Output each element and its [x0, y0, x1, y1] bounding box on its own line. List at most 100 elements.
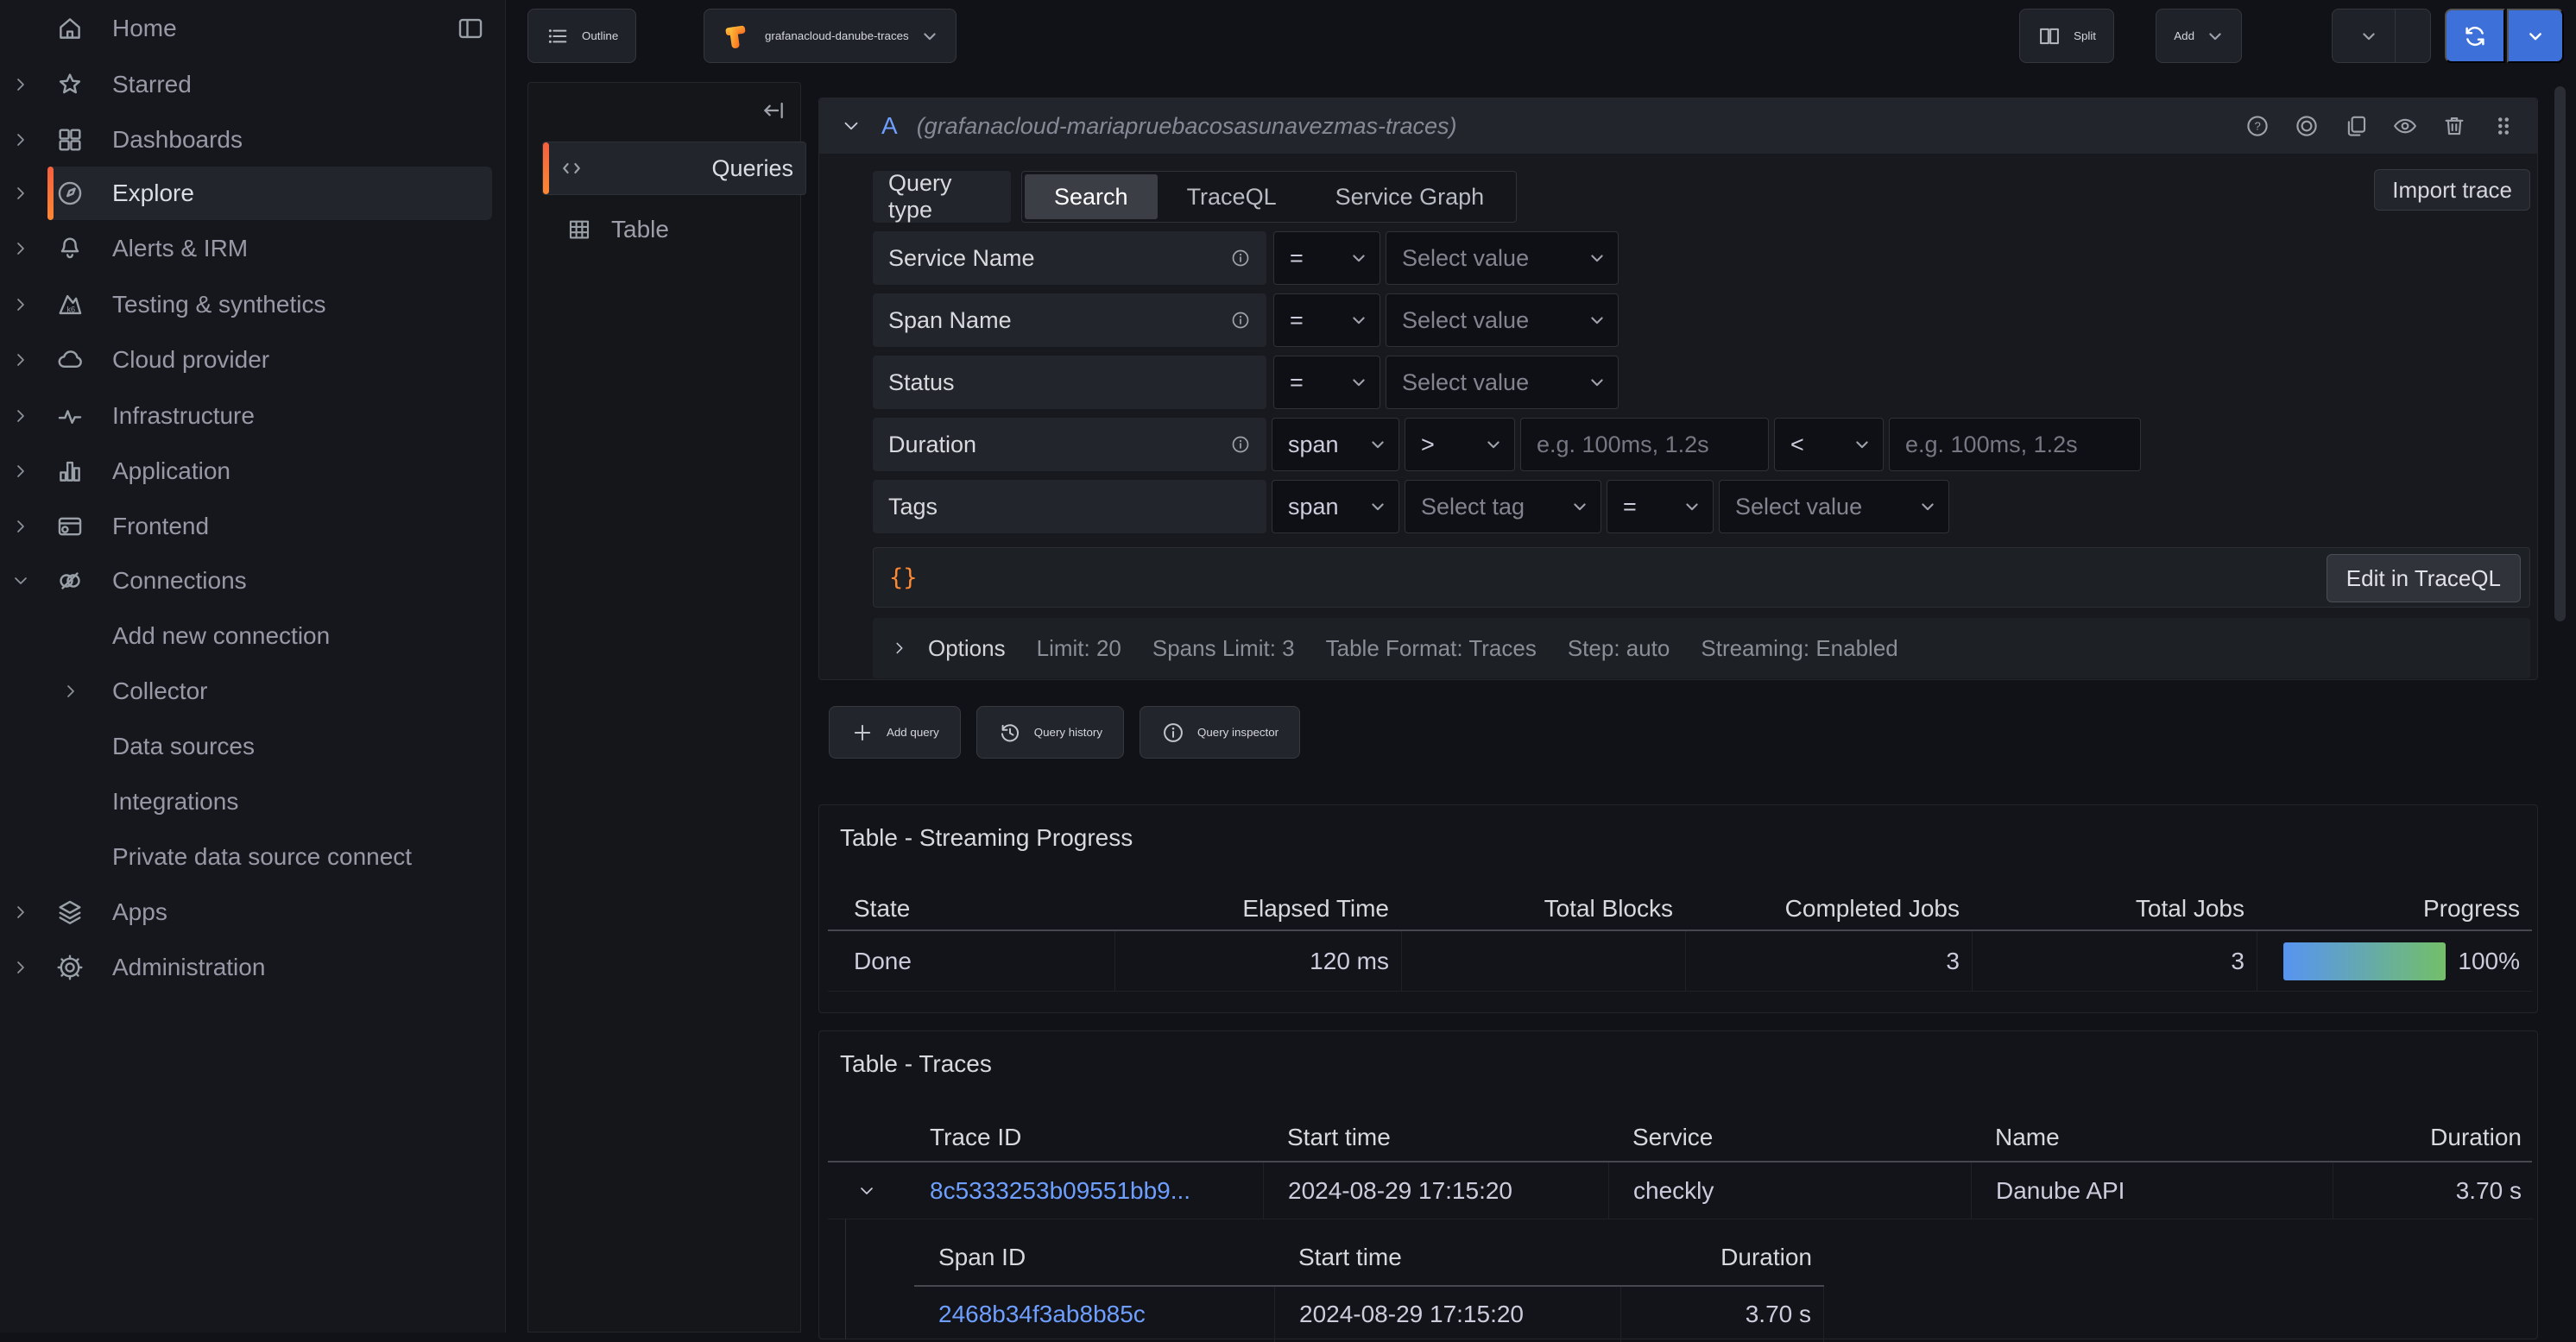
span-id-link[interactable]: 2468b34f3ab8b85c	[938, 1301, 1146, 1328]
column-header[interactable]: Duration	[1620, 1219, 1824, 1287]
column-header[interactable]: Elapsed Time	[1114, 888, 1401, 929]
sidebar-item-connections[interactable]: Connections	[0, 556, 506, 606]
span-name-value-select[interactable]: Select value	[1386, 293, 1619, 347]
service-name-operator-select[interactable]: =	[1273, 231, 1380, 285]
column-header[interactable]: Total Jobs	[1972, 888, 2257, 929]
sidebar-item-add-new-connection[interactable]: Add new connection	[0, 611, 506, 661]
chevron-right-icon[interactable]	[10, 129, 31, 150]
chevron-right-icon[interactable]	[10, 238, 31, 259]
tags-value-select[interactable]: Select value	[1719, 480, 1949, 533]
state-cell: Done	[828, 931, 1114, 992]
sidebar-item-testing-synthetics[interactable]: k6 Testing & synthetics	[0, 280, 506, 330]
scrollbar-thumb[interactable]	[2554, 86, 2566, 621]
collapse-outline-icon[interactable]	[761, 97, 788, 124]
import-trace-button[interactable]: Import trace	[2374, 169, 2530, 211]
column-header[interactable]: Start time	[1263, 1114, 1608, 1161]
chevron-right-icon[interactable]	[10, 957, 31, 978]
column-header[interactable]: Name	[1971, 1114, 2333, 1161]
status-operator-select[interactable]: =	[1273, 356, 1380, 409]
tab-traceql[interactable]: TraceQL	[1158, 174, 1306, 219]
duration-min-operator-select[interactable]: >	[1405, 418, 1515, 471]
trash-icon[interactable]	[2441, 113, 2467, 139]
copy-query-icon[interactable]	[2343, 113, 2369, 139]
time-range-button[interactable]	[2333, 9, 2395, 62]
sidebar-item-explore[interactable]: Explore	[0, 168, 506, 218]
chevron-right-icon[interactable]	[10, 74, 31, 95]
column-header[interactable]: Service	[1608, 1114, 1971, 1161]
column-header[interactable]: Completed Jobs	[1685, 888, 1972, 929]
chevron-right-icon[interactable]	[10, 183, 31, 204]
refresh-icon[interactable]	[2445, 9, 2505, 63]
tags-tag-select[interactable]: Select tag	[1405, 480, 1601, 533]
status-value-select[interactable]: Select value	[1386, 356, 1619, 409]
datasource-picker[interactable]: grafanacloud-danube-traces	[704, 9, 957, 63]
eye-icon[interactable]	[2392, 113, 2418, 139]
duration-min-input[interactable]	[1520, 418, 1769, 471]
chevron-down-icon[interactable]	[10, 570, 31, 591]
column-header[interactable]: Total Blocks	[1401, 888, 1685, 929]
sidebar-item-apps[interactable]: Apps	[0, 887, 506, 937]
sidebar-item-home[interactable]: Home	[0, 3, 506, 54]
sidebar-item-infrastructure[interactable]: Infrastructure	[0, 391, 506, 441]
info-icon[interactable]	[1230, 310, 1251, 331]
sidebar-item-data-sources[interactable]: Data sources	[0, 721, 506, 772]
outline-item-queries[interactable]: Queries	[542, 142, 806, 195]
tab-service-graph[interactable]: Service Graph	[1306, 174, 1514, 219]
sidebar-item-integrations[interactable]: Integrations	[0, 777, 506, 827]
sidebar-item-dashboards[interactable]: Dashboards	[0, 115, 506, 165]
split-button[interactable]: Split	[2019, 9, 2114, 63]
sidebar-item-application[interactable]: Application	[0, 446, 506, 496]
help-icon[interactable]: ?	[2245, 113, 2270, 139]
duration-max-input[interactable]	[1889, 418, 2141, 471]
service-name-value-select[interactable]: Select value	[1386, 231, 1619, 285]
chevron-right-icon[interactable]	[10, 902, 31, 923]
sidebar-item-private-data-source-connect[interactable]: Private data source connect	[0, 832, 506, 882]
query-history-button[interactable]: Query history	[976, 706, 1124, 759]
column-header[interactable]: Progress	[2257, 888, 2532, 929]
query-row-actions: ?	[2245, 113, 2516, 139]
info-icon[interactable]	[1230, 248, 1251, 268]
edit-in-traceql-button[interactable]: Edit in TraceQL	[2327, 554, 2521, 602]
collapse-query-chevron-icon[interactable]	[840, 115, 862, 137]
collapse-row-chevron-icon[interactable]	[828, 1162, 906, 1219]
chevron-right-icon[interactable]	[60, 681, 81, 702]
chevron-right-icon[interactable]	[10, 294, 31, 315]
refresh-interval-dropdown[interactable]	[2507, 9, 2564, 63]
outline-button[interactable]: Outline	[527, 9, 636, 63]
sidebar-item-collector[interactable]: Collector	[0, 666, 506, 716]
trace-id-link[interactable]: 8c5333253b09551bb9...	[930, 1177, 1190, 1205]
sidebar-item-administration[interactable]: Administration	[0, 942, 506, 992]
duration-max-operator-select[interactable]: <	[1774, 418, 1884, 471]
column-header[interactable]: Duration	[2333, 1114, 2534, 1161]
info-icon[interactable]	[1230, 434, 1251, 455]
duration-scope-select[interactable]: span	[1272, 418, 1399, 471]
outline-item-table[interactable]: Table	[537, 204, 801, 255]
options-summary[interactable]: Options Limit: 20 Spans Limit: 3 Table F…	[873, 618, 2530, 678]
disable-query-icon[interactable]	[2294, 113, 2320, 139]
column-header[interactable]: State	[828, 888, 1114, 929]
drag-handle-icon[interactable]	[2491, 113, 2516, 139]
chevron-right-icon[interactable]	[10, 516, 31, 537]
query-row-header[interactable]: A (grafanacloud-mariapruebacosasunavezma…	[819, 98, 2537, 154]
tags-operator-select[interactable]: =	[1607, 480, 1714, 533]
span-name-operator-select[interactable]: =	[1273, 293, 1380, 347]
sidebar-item-cloud-provider[interactable]: Cloud provider	[0, 335, 506, 385]
add-query-button[interactable]: Add query	[829, 706, 961, 759]
add-dropdown-button[interactable]: Add	[2156, 9, 2242, 63]
column-header[interactable]: Span ID	[914, 1219, 1274, 1287]
sidebar-item-frontend[interactable]: Frontend	[0, 501, 506, 551]
tags-scope-select[interactable]: span	[1272, 480, 1399, 533]
sidebar-item-starred[interactable]: Starred	[0, 60, 506, 110]
mega-menu-sidebar: Home Starred Dashboards Explore Alerts &…	[0, 0, 506, 1333]
vertical-scrollbar[interactable]	[2554, 86, 2566, 1329]
chevron-right-icon[interactable]	[10, 350, 31, 370]
column-header[interactable]: Start time	[1274, 1219, 1620, 1287]
zoom-out-time-button[interactable]	[2395, 9, 2430, 62]
streaming-progress-table: State Elapsed Time Total Blocks Complete…	[828, 888, 2532, 992]
chevron-right-icon[interactable]	[10, 461, 31, 482]
chevron-right-icon[interactable]	[10, 406, 31, 426]
query-inspector-button[interactable]: Query inspector	[1140, 706, 1300, 759]
tab-search[interactable]: Search	[1025, 174, 1158, 219]
sidebar-item-alerts-irm[interactable]: Alerts & IRM	[0, 224, 506, 274]
column-header[interactable]: Trace ID	[906, 1114, 1263, 1161]
